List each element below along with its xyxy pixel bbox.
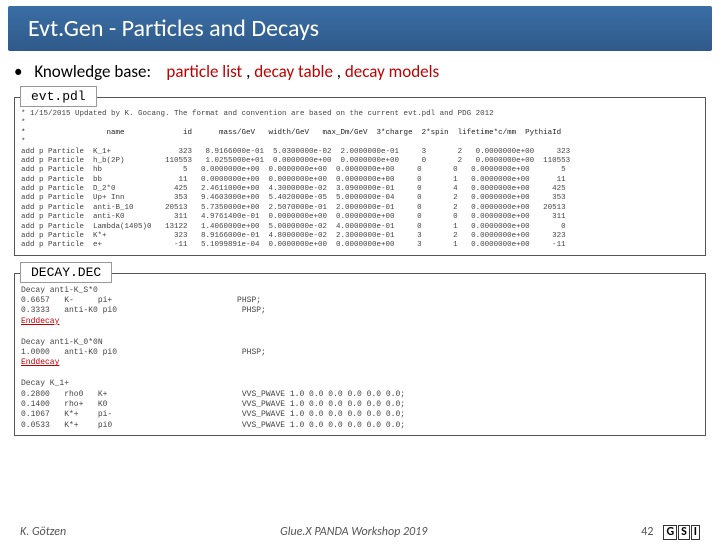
pdl-row: add p Particle e+ -11 5.1099891e-04 0.00… — [21, 241, 699, 250]
kb-sep: , — [246, 61, 254, 82]
pdl-comment: * 1/15/2015 Updated by K. Gocang. The fo… — [21, 110, 699, 119]
decay-box: Decay anti-K_S*0 0.6657 K- pi+ PHSP; 0.3… — [14, 273, 706, 436]
decay-row: 0.2800 rho0 K+ VVS_PWAVE 1.0 0.0 0.0 0.0… — [21, 390, 699, 400]
pdl-header: * name id mass/GeV width/GeV max_Dm/GeV … — [21, 129, 699, 138]
decay-end: Enddecay — [21, 317, 699, 327]
decay-head: Decay K_1+ — [21, 379, 699, 389]
kb-item-particle-list: particle list — [166, 61, 242, 82]
decay-row: 0.6657 K- pi+ PHSP; — [21, 296, 699, 306]
kb-label: Knowledge base: — [34, 61, 151, 82]
footer-author: K. Götzen — [20, 525, 66, 539]
pdl-sep: * — [21, 119, 699, 128]
kb-item-decay-table: decay table — [254, 61, 333, 82]
decay-row: 0.3333 anti-K0 pi0 PHSP; — [21, 306, 699, 316]
pdl-row: add p Particle K*+ 323 8.9166000e-01 4.8… — [21, 232, 699, 241]
blank — [21, 327, 699, 337]
pdl-row: add p Particle hb 5 0.0000000e+00 0.0000… — [21, 166, 699, 175]
footer: K. Götzen Glue.X PANDA Workshop 2019 42 … — [0, 525, 720, 540]
kb-sep: , — [337, 61, 345, 82]
pdl-row: add p Particle D_2*0 425 2.4611000e+00 4… — [21, 185, 699, 194]
logo-s: S — [678, 525, 690, 540]
footer-page: 42 — [641, 525, 653, 539]
pdl-row: add p Particle bb 11 0.0000000e+00 0.000… — [21, 176, 699, 185]
logo-g: G — [663, 525, 677, 540]
decay-row: 0.0533 K*+ pi0 VVS_PWAVE 1.0 0.0 0.0 0.0… — [21, 421, 699, 431]
file-tag-decay-dec: DECAY.DEC — [20, 262, 112, 283]
gsi-logo: G S I — [663, 525, 700, 540]
bullet: • — [14, 61, 22, 82]
pdl-row: add p Particle Lambda(1405)0 13122 1.406… — [21, 223, 699, 232]
decay-row: 0.1067 K*+ pi- VVS_PWAVE 1.0 0.0 0.0 0.0… — [21, 410, 699, 420]
pdl-sep: * — [21, 138, 699, 147]
pdl-row: add p Particle K_1+ 323 8.9166000e-01 5.… — [21, 148, 699, 157]
decay-row: 0.1400 rho+ K0 VVS_PWAVE 1.0 0.0 0.0 0.0… — [21, 400, 699, 410]
decay-end: Enddecay — [21, 358, 699, 368]
logo-i: I — [691, 525, 700, 540]
pdl-row: add p Particle Up+ Inn 353 9.4603000e+00… — [21, 194, 699, 203]
pdl-box: * 1/15/2015 Updated by K. Gocang. The fo… — [14, 97, 706, 256]
blank — [21, 369, 699, 379]
pdl-row: add p Particle h_b(2P) 110553 1.0255000e… — [21, 157, 699, 166]
pdl-row: add p Particle anti-B_10 20513 5.7350000… — [21, 204, 699, 213]
knowledge-base-line: • Knowledge base: particle list , decay … — [0, 55, 720, 86]
decay-row: 1.0000 anti-K0 pi0 PHSP; — [21, 348, 699, 358]
kb-item-decay-models: decay models — [345, 61, 439, 82]
decay-head: Decay anti-K_S*0 — [21, 286, 699, 296]
page-title: Evt.Gen - Particles and Decays — [8, 6, 712, 51]
decay-head: Decay anti-K_0*0N — [21, 338, 699, 348]
footer-center: Glue.X PANDA Workshop 2019 — [66, 525, 641, 539]
file-tag-evt-pdl: evt.pdl — [20, 86, 97, 107]
pdl-row: add p Particle anti-K0 311 4.9761400e-01… — [21, 213, 699, 222]
